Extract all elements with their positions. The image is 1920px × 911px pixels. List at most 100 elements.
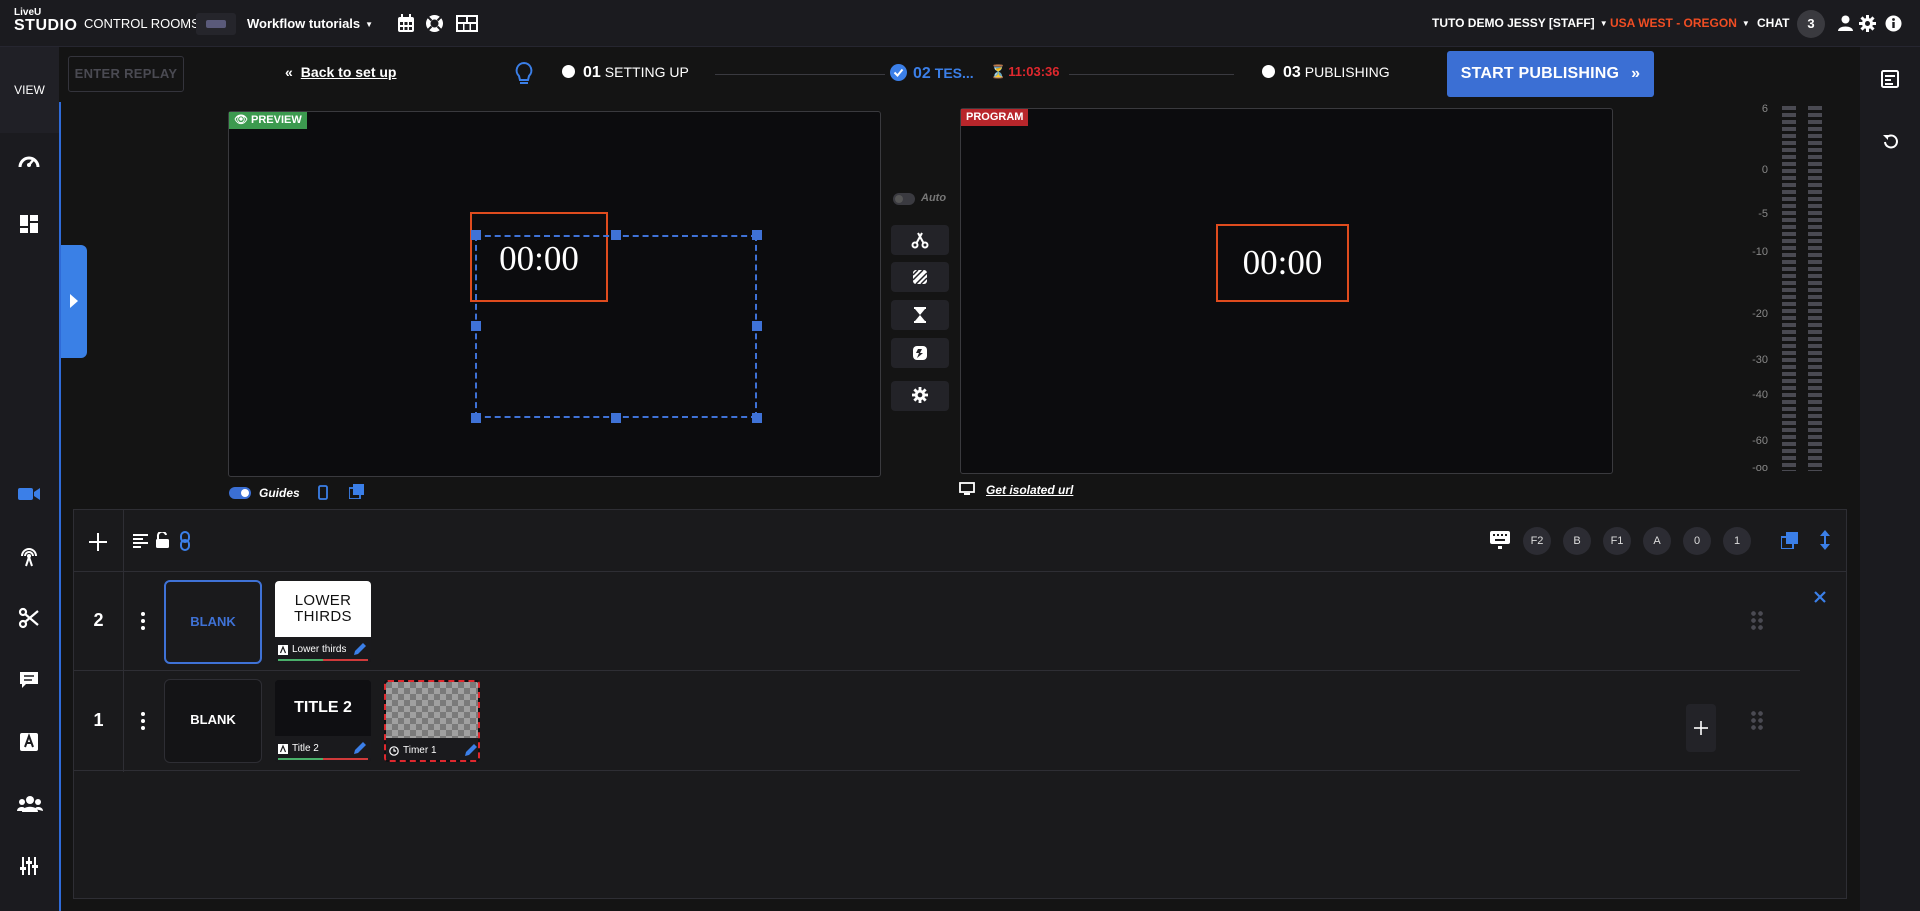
step-setting-up[interactable]: 01 SETTING UP [562,64,689,82]
step1-label: SETTING UP [604,64,689,80]
wipe-transition-button[interactable] [891,262,949,292]
resize-handle[interactable] [471,230,481,240]
kebab-menu-icon[interactable] [141,612,145,630]
source-name: Lower thirds [292,644,346,655]
resize-handle[interactable] [752,321,762,331]
step-testing[interactable]: 02 TES... [890,64,974,83]
text-graphics-icon[interactable] [17,730,41,754]
sources-drawer-toggle[interactable] [61,245,87,358]
source-card[interactable]: TITLE 2 Title 2 [275,680,371,762]
preview-selection-box[interactable] [475,235,757,418]
double-chevron-right-icon: » [1631,65,1641,82]
step3-number: 03 [1283,64,1301,81]
region-selector[interactable]: USA WEST - OREGON ▼ [1610,0,1750,47]
add-source-button[interactable] [1686,704,1716,752]
rundown-list-icon[interactable] [1881,70,1899,88]
user-menu[interactable]: TUTO DEMO JESSY [STAFF] ▼ [1432,0,1608,47]
view-nav-item[interactable]: VIEW [0,47,59,133]
shortcut-key-button[interactable]: B [1563,527,1591,555]
resize-handle[interactable] [611,413,621,423]
layer-number: 2 [93,610,104,630]
vu-channel-right [1808,106,1822,471]
keyboard-shortcuts-icon[interactable] [1490,531,1510,549]
source-card[interactable]: LOWER THIRDS Lower thirds [275,581,371,663]
resize-handle[interactable] [471,413,481,423]
back-to-setup-label: Back to set up [300,64,397,80]
source-card-selected[interactable]: Timer 1 [384,680,480,762]
source-status-bar [278,758,368,760]
edit-pencil-icon[interactable] [463,743,478,758]
step-publishing[interactable]: 03 PUBLISHING [1262,64,1390,82]
source-status-bar [389,760,479,762]
cut-transition-button[interactable] [891,225,949,255]
blank-card[interactable]: BLANK [164,679,262,763]
source-name: Title 2 [292,743,319,754]
close-icon[interactable] [1814,591,1826,603]
step-connector [1069,74,1234,75]
info-icon[interactable] [1885,15,1902,32]
back-to-setup-link[interactable]: « Back to set up [285,64,397,80]
copy-layers-icon[interactable] [349,484,364,499]
drag-handle-icon[interactable] [1750,710,1764,732]
broadcast-antenna-icon[interactable] [17,544,41,568]
mixer-sliders-icon[interactable] [17,854,41,878]
liveu-studio-logo[interactable]: LiveU STUDIO [14,8,77,36]
blank-card[interactable]: BLANK [164,580,262,664]
chat-count-badge[interactable]: 3 [1797,10,1825,38]
chat-message-icon[interactable] [17,668,41,692]
shortcut-key-button[interactable]: 0 [1683,527,1711,555]
source-footer: Timer 1 [386,738,479,762]
resize-handle[interactable] [471,321,481,331]
stinger-transition-button[interactable] [891,338,949,368]
drag-handle-icon[interactable] [1750,610,1764,632]
guides-toggle[interactable] [229,487,251,499]
room-thumbnail [196,13,236,35]
dashboard-gauge-icon[interactable] [17,150,41,174]
control-rooms-link[interactable]: CONTROL ROOMS [84,0,200,47]
edit-pencil-icon[interactable] [352,741,367,756]
lightbulb-tips-icon[interactable] [514,61,534,87]
fade-transition-button[interactable] [891,300,949,330]
vertical-resize-icon[interactable] [1820,530,1830,550]
scissors-icon[interactable] [17,606,41,630]
room-name: Workflow tutorials [247,16,361,31]
resize-handle[interactable] [752,230,762,240]
multiview-layout-icon[interactable] [456,15,478,32]
resize-handle[interactable] [752,413,762,423]
unlock-icon[interactable] [155,532,170,549]
mobile-view-icon[interactable] [318,485,328,500]
calendar-icon[interactable] [397,14,415,33]
shortcut-key-button[interactable]: 1 [1723,527,1751,555]
undo-history-icon[interactable] [1881,133,1899,151]
align-left-icon[interactable] [133,534,148,548]
resize-handle[interactable] [611,230,621,240]
start-publishing-button[interactable]: START PUBLISHING » [1447,51,1654,97]
region-name: USA WEST - OREGON [1610,16,1737,30]
auto-transition-toggle[interactable] [893,193,915,205]
layout-grid-icon[interactable] [17,212,41,236]
step3-label: PUBLISHING [1304,64,1390,80]
transition-settings-button[interactable] [891,381,949,411]
eye-icon: 👁 [234,114,248,126]
gear-icon[interactable] [1859,15,1876,32]
link-chain-icon[interactable] [180,531,190,551]
enter-replay-button[interactable]: ENTER REPLAY [68,56,184,92]
shortcut-key-button[interactable]: F2 [1523,527,1551,555]
guests-group-icon[interactable] [17,792,43,816]
get-isolated-url-link[interactable]: Get isolated url [986,483,1073,497]
camera-sources-icon[interactable] [17,482,41,506]
source-name: Timer 1 [403,745,437,756]
user-icon[interactable] [1838,15,1853,31]
duplicate-layers-icon[interactable] [1781,532,1798,549]
shortcut-key-button[interactable]: F1 [1603,527,1631,555]
room-selector[interactable]: Workflow tutorials ▼ [247,0,373,47]
kebab-menu-icon[interactable] [141,712,145,730]
chat-label[interactable]: CHAT [1757,0,1789,47]
source-thumbnail: LOWER THIRDS [275,581,371,637]
layer-row-1: 1 BLANK TITLE 2 Title 2 Timer 1 [74,672,1800,771]
shortcut-key-button[interactable]: A [1643,527,1671,555]
hourglass-icon: ⏳ [990,64,1007,79]
edit-pencil-icon[interactable] [352,642,367,657]
add-layer-icon[interactable] [88,532,108,552]
lifebuoy-icon[interactable] [425,14,444,33]
